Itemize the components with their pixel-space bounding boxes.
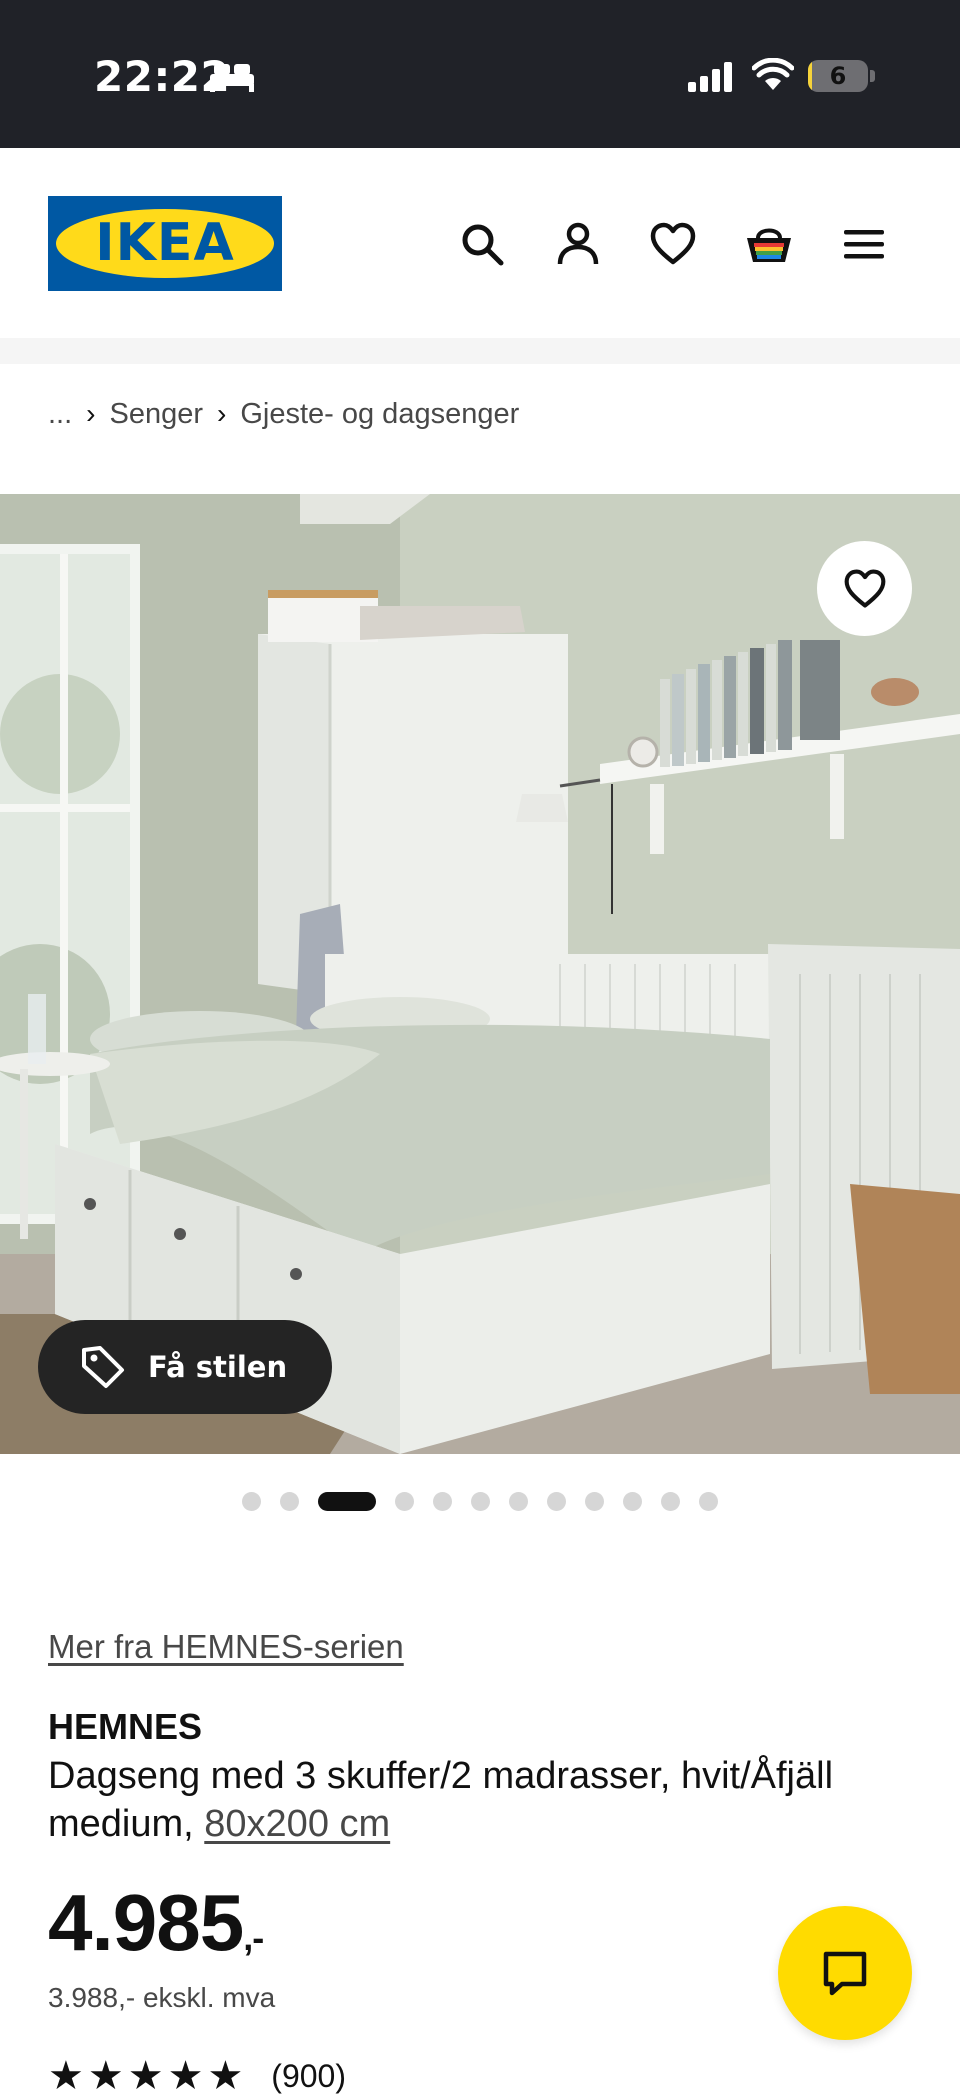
battery-icon: 6	[808, 60, 868, 92]
get-the-style-button[interactable]: Få stilen	[38, 1320, 332, 1414]
rating[interactable]: ★★★★★ (900)	[48, 2056, 346, 2096]
heart-icon	[844, 569, 885, 608]
chat-icon	[823, 1951, 867, 1996]
get-the-style-label: Få stilen	[148, 1350, 288, 1384]
breadcrumb-gjeste-og-dagsenger[interactable]: Gjeste- og dagsenger	[240, 398, 519, 431]
account-icon[interactable]	[554, 220, 602, 268]
rating-stars: ★★★★★	[48, 2054, 248, 2098]
carousel-dot[interactable]	[280, 1491, 299, 1511]
price-suffix: ,-	[243, 1917, 264, 1958]
breadcrumb: ... › Senger › Gjeste- og dagsenger	[48, 394, 519, 434]
ikea-logo[interactable]: IKEA	[48, 196, 282, 291]
breadcrumb-senger[interactable]: Senger	[110, 398, 204, 431]
site-header: IKEA	[0, 148, 960, 338]
carousel-dot[interactable]	[433, 1491, 452, 1511]
carousel-dot[interactable]	[699, 1491, 718, 1511]
carousel-pagination	[0, 1490, 960, 1512]
carousel-dot[interactable]	[547, 1491, 566, 1511]
battery-nub	[870, 70, 875, 82]
product-description-text: Dagseng med 3 skuffer/2 madrasser, hvit/…	[48, 1755, 834, 1845]
carousel-dot[interactable]	[623, 1491, 642, 1511]
product-description: Dagseng med 3 skuffer/2 madrasser, hvit/…	[48, 1752, 928, 1848]
product-name: HEMNES	[48, 1706, 203, 1747]
carousel-dot[interactable]	[242, 1491, 261, 1511]
basket-icon[interactable]	[744, 220, 792, 268]
search-icon[interactable]	[458, 220, 506, 268]
chat-button[interactable]	[778, 1906, 912, 2040]
carousel-dot[interactable]	[585, 1491, 604, 1511]
rating-count: (900)	[271, 2057, 346, 2094]
chevron-right-icon: ›	[217, 398, 227, 429]
breadcrumb-ellipsis[interactable]: ...	[48, 398, 72, 431]
tag-icon	[80, 1344, 126, 1390]
carousel-dot[interactable]	[509, 1491, 528, 1511]
logo-text: IKEA	[95, 213, 235, 273]
battery-level: 6	[829, 62, 847, 90]
chevron-right-icon: ›	[86, 398, 96, 429]
status-bar: 22:22 6	[0, 0, 960, 148]
size-link[interactable]: 80x200 cm	[204, 1803, 390, 1845]
heart-icon[interactable]	[649, 220, 697, 268]
series-link[interactable]: Mer fra HEMNES-serien	[48, 1628, 404, 1666]
menu-icon[interactable]	[840, 220, 888, 268]
carousel-dot[interactable]	[318, 1491, 376, 1511]
price: 4.985,-	[48, 1876, 264, 1985]
signal-icon	[688, 62, 734, 97]
bed-icon	[208, 60, 256, 99]
price-value: 4.985	[48, 1878, 244, 1967]
product-photo-illustration	[0, 494, 960, 1454]
header-divider-band	[0, 338, 960, 364]
add-to-favourites-button[interactable]	[817, 541, 912, 636]
carousel-dot[interactable]	[395, 1491, 414, 1511]
product-image[interactable]	[0, 494, 960, 1454]
carousel-dot[interactable]	[471, 1491, 490, 1511]
wifi-icon	[751, 57, 795, 97]
price-ex-vat: 3.988,- ekskl. mva	[48, 1982, 276, 2013]
carousel-dot[interactable]	[661, 1491, 680, 1511]
